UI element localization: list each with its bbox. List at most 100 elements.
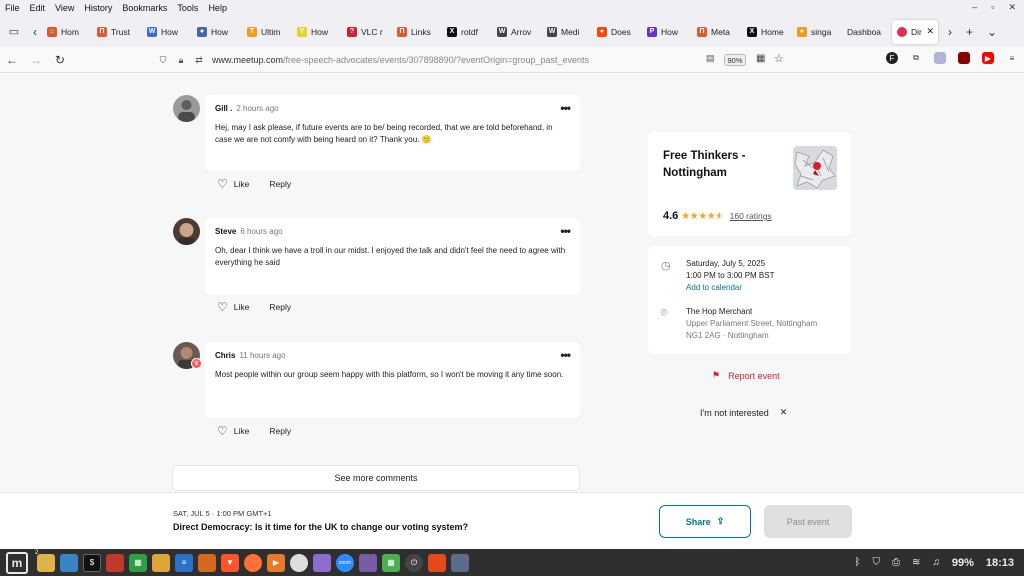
- heart-icon[interactable]: ♡: [217, 424, 228, 438]
- more-options-icon[interactable]: •••: [560, 224, 571, 238]
- like-button[interactable]: Like: [234, 426, 250, 436]
- comment-author[interactable]: Steve: [215, 227, 236, 236]
- menu-tools[interactable]: Tools: [177, 3, 198, 13]
- see-more-comments-button[interactable]: See more comments: [172, 465, 580, 491]
- add-to-calendar-link[interactable]: Add to calendar: [686, 282, 742, 294]
- close-tab-icon[interactable]: ✕: [926, 26, 934, 37]
- venue-name[interactable]: The Hop Merchant: [686, 306, 752, 318]
- like-button[interactable]: Like: [234, 302, 250, 312]
- url-text[interactable]: www.meetup.com/free-speech-advocates/eve…: [212, 55, 589, 65]
- library-icon[interactable]: [451, 553, 469, 572]
- tab-15[interactable]: ● singa: [792, 20, 842, 44]
- extensions-grid-icon[interactable]: ▦: [756, 53, 765, 64]
- wifi-icon[interactable]: ≋: [912, 557, 920, 568]
- gaming-icon[interactable]: [359, 553, 377, 572]
- files-icon[interactable]: 2: [35, 550, 55, 572]
- minimize-icon[interactable]: –: [972, 2, 977, 13]
- tab-16[interactable]: Dashboa: [842, 20, 892, 44]
- heart-icon[interactable]: ♡: [217, 300, 228, 314]
- heart-icon[interactable]: ♡: [217, 177, 228, 191]
- menu-edit[interactable]: Edit: [30, 3, 46, 13]
- tab-13[interactable]: П Meta: [692, 20, 742, 44]
- tab-10[interactable]: W Medi: [542, 20, 592, 44]
- tab-scroll-right-icon[interactable]: ›: [948, 25, 952, 39]
- more-options-icon[interactable]: •••: [560, 348, 571, 362]
- close-window-icon[interactable]: ✕: [1008, 2, 1016, 13]
- reply-button[interactable]: Reply: [269, 426, 291, 436]
- calculator-icon[interactable]: [313, 553, 331, 572]
- battery-indicator[interactable]: 99%: [952, 557, 974, 569]
- tab-overview-icon[interactable]: ▭: [0, 25, 28, 38]
- account-icon[interactable]: F: [886, 52, 898, 64]
- youtube-icon[interactable]: ▶: [982, 52, 994, 64]
- terminal-icon[interactable]: $: [83, 553, 101, 572]
- reload-icon[interactable]: ↻: [48, 53, 72, 67]
- tab-active[interactable]: Dir ✕: [892, 19, 938, 44]
- bricks-icon[interactable]: [106, 553, 124, 572]
- tab-8[interactable]: Xrotdf: [442, 20, 492, 44]
- tab-4[interactable]: T Ultim: [242, 20, 292, 44]
- file-manager-icon[interactable]: [60, 553, 78, 572]
- printer-icon[interactable]: ⎙: [892, 557, 900, 568]
- report-event-button[interactable]: ⚑ Report event: [712, 370, 780, 381]
- group-image[interactable]: [793, 146, 837, 190]
- reply-button[interactable]: Reply: [269, 179, 291, 189]
- group-name[interactable]: Free Thinkers - Nottingham: [663, 148, 783, 182]
- forward-icon[interactable]: →: [24, 53, 48, 67]
- calc-app-icon[interactable]: ▦: [382, 553, 400, 572]
- bluetooth-icon[interactable]: ᛒ: [854, 557, 860, 568]
- drawing-icon[interactable]: [152, 553, 170, 572]
- tab-7[interactable]: П Links: [392, 20, 442, 44]
- permissions-icon[interactable]: ⇄: [190, 55, 208, 66]
- tab-0[interactable]: ⌂ Hom: [42, 20, 92, 44]
- spreadsheet-icon[interactable]: ▦: [129, 553, 147, 572]
- shield-icon[interactable]: ⛉: [154, 55, 172, 66]
- reply-button[interactable]: Reply: [269, 302, 291, 312]
- like-button[interactable]: Like: [234, 179, 250, 189]
- ublock-icon[interactable]: [958, 52, 970, 64]
- list-tabs-icon[interactable]: ⌄: [987, 25, 997, 39]
- menu-bookmarks[interactable]: Bookmarks: [122, 3, 167, 13]
- clock[interactable]: 18:13: [986, 557, 1014, 569]
- music-icon[interactable]: ♫: [932, 557, 940, 568]
- extensions-icon[interactable]: ⧉: [910, 52, 922, 64]
- app-menu-icon[interactable]: ≡: [1006, 52, 1018, 64]
- firefox-icon[interactable]: [244, 553, 262, 572]
- dismiss-icon[interactable]: ✕: [780, 407, 788, 418]
- tab-14[interactable]: X Home: [742, 20, 792, 44]
- avatar[interactable]: [173, 218, 200, 245]
- lock-icon[interactable]: 🔒︎: [172, 55, 190, 66]
- fire-icon[interactable]: [428, 553, 446, 572]
- tab-1[interactable]: П Trust: [92, 20, 142, 44]
- menu-file[interactable]: File: [5, 3, 20, 13]
- group-card[interactable]: Free Thinkers - Nottingham 4.6 ★★★★★ ★★★★…: [648, 132, 851, 236]
- tab-5[interactable]: Y How: [292, 20, 342, 44]
- tab-2[interactable]: W How: [142, 20, 192, 44]
- zoom-icon[interactable]: zoom: [336, 553, 354, 572]
- maximize-icon[interactable]: ▫: [991, 2, 994, 13]
- media-player-icon[interactable]: ▶: [267, 553, 285, 572]
- shield-tray-icon[interactable]: ⛉: [872, 557, 880, 568]
- writer-icon[interactable]: ≡: [175, 553, 193, 572]
- ratings-count-link[interactable]: 160 ratings: [730, 211, 772, 221]
- tab-scroll-left-icon[interactable]: ‹: [28, 25, 42, 39]
- comment-author[interactable]: Gill .: [215, 104, 232, 113]
- brave-icon[interactable]: ▼: [221, 553, 239, 572]
- avatar[interactable]: [173, 95, 200, 122]
- tab-6[interactable]: ? VLC r: [342, 20, 392, 44]
- share-button[interactable]: Share ⇪: [659, 505, 751, 538]
- menu-help[interactable]: Help: [208, 3, 227, 13]
- power-icon[interactable]: ⏻: [405, 553, 423, 572]
- tab-11[interactable]: ● Does: [592, 20, 642, 44]
- url-bar[interactable]: ⛉ 🔒︎ ⇄ www.meetup.com/free-speech-advoca…: [154, 51, 790, 69]
- back-icon[interactable]: ←: [0, 53, 24, 67]
- extension-badge-icon[interactable]: [934, 52, 946, 64]
- reader-view-icon[interactable]: ▤: [706, 53, 715, 64]
- zoom-level[interactable]: 90%: [724, 54, 746, 66]
- menu-view[interactable]: View: [55, 3, 74, 13]
- menu-history[interactable]: History: [84, 3, 112, 13]
- tab-9[interactable]: W Arrov: [492, 20, 542, 44]
- tab-12[interactable]: P How: [642, 20, 692, 44]
- comment-author[interactable]: Chris: [215, 351, 235, 360]
- new-tab-icon[interactable]: +: [966, 25, 973, 39]
